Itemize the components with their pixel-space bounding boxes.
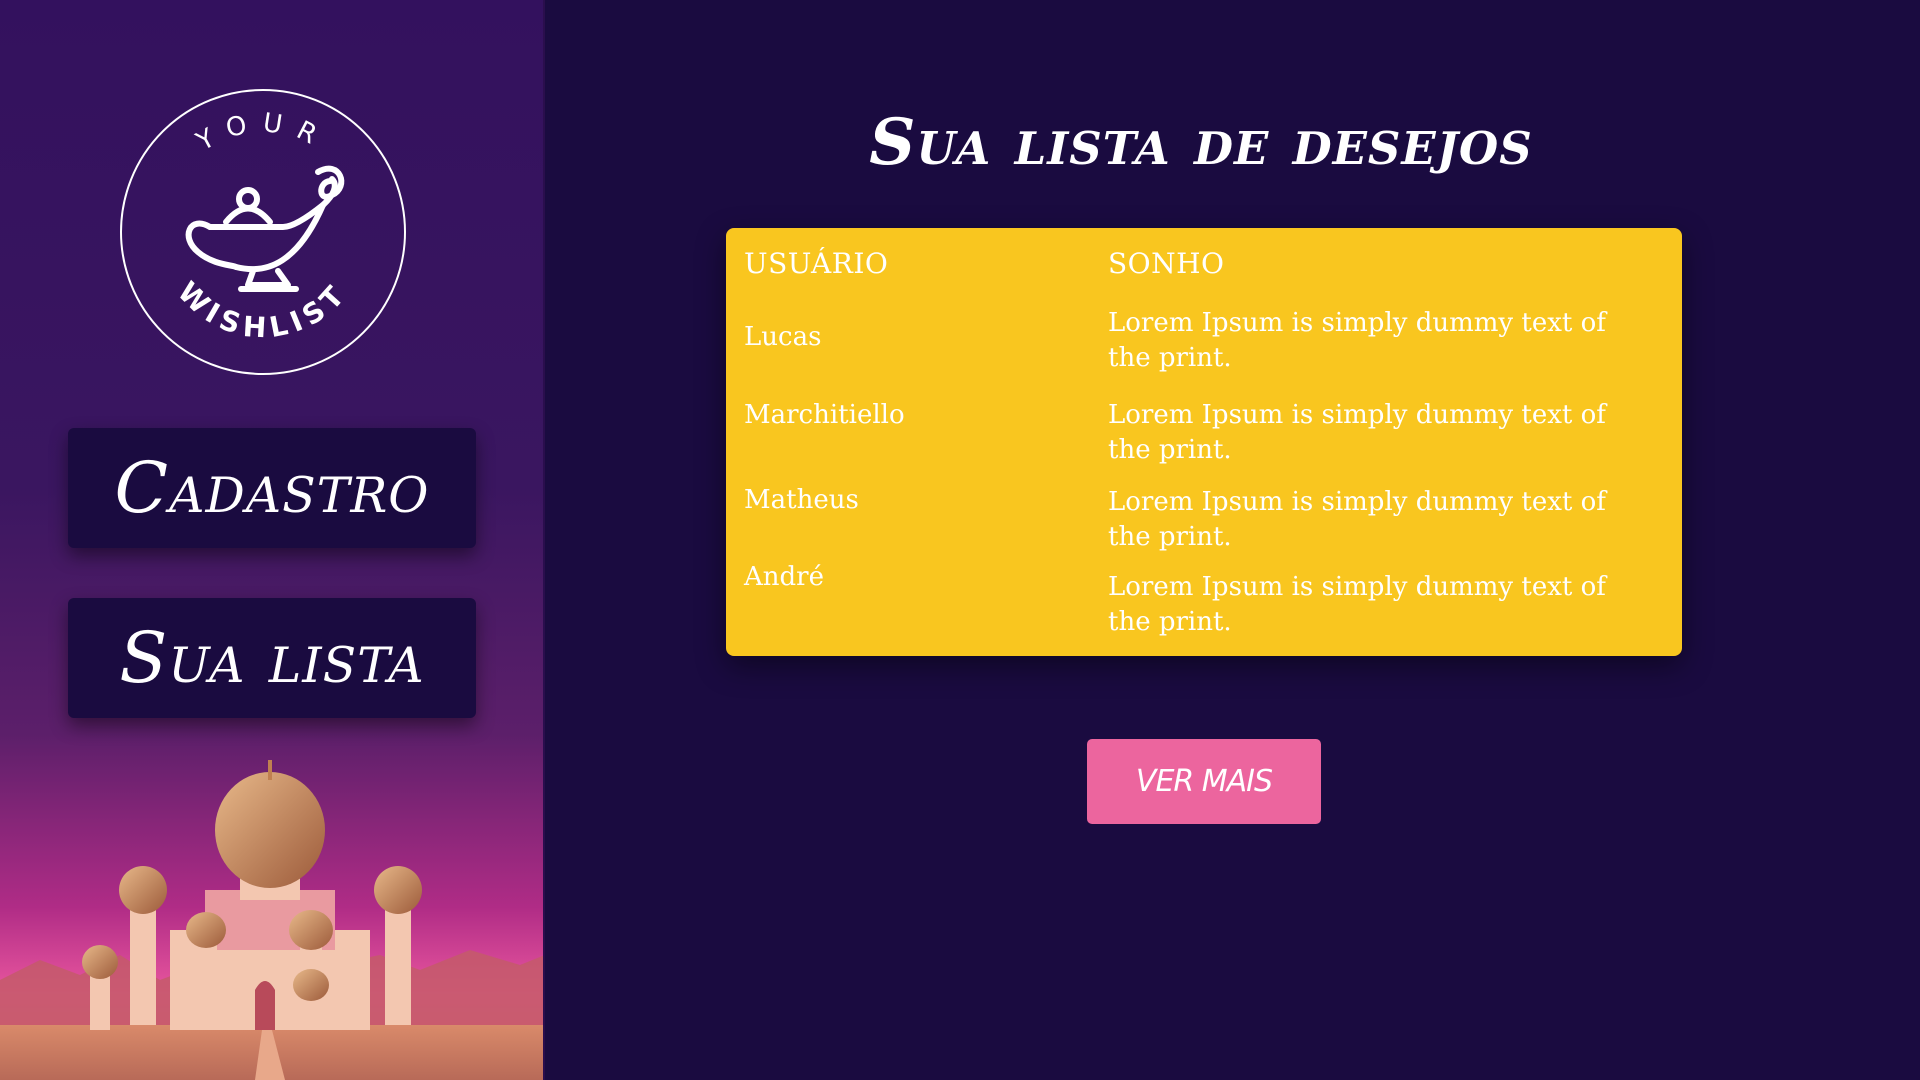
- wishlist-logo: YOUR WISHLIST: [120, 89, 406, 375]
- table-cell-user: Matheus: [744, 485, 859, 515]
- table-cell-user: André: [744, 562, 824, 592]
- sidebar: YOUR WISHLIST Cadastro Sua lista: [0, 0, 545, 1080]
- table-cell-user: Lucas: [744, 322, 822, 352]
- main-content: Sua lista de desejos USUÁRIO SONHO Lucas…: [547, 0, 1920, 1080]
- magic-lamp-icon: [185, 165, 345, 292]
- column-header-user: USUÁRIO: [744, 247, 889, 280]
- table-cell-dream: Lorem Ipsum is simply dummy text of the …: [1108, 308, 1606, 373]
- svg-text:YOUR: YOUR: [191, 108, 334, 158]
- wishlist-table: USUÁRIO SONHO Lucas Lorem Ipsum is simpl…: [726, 228, 1682, 656]
- table-cell-user: Marchitiello: [744, 400, 905, 430]
- nav-button-sua-lista[interactable]: Sua lista: [68, 598, 476, 718]
- ver-mais-button[interactable]: VER MAIS: [1087, 739, 1321, 824]
- column-header-dream: SONHO: [1108, 247, 1225, 280]
- table-cell-dream: Lorem Ipsum is simply dummy text of the …: [1108, 400, 1606, 465]
- palace-illustration: [0, 760, 543, 1080]
- nav-button-cadastro[interactable]: Cadastro: [68, 428, 476, 548]
- logo-top-text: YOUR: [191, 108, 320, 158]
- table-cell-dream: Lorem Ipsum is simply dummy text of the …: [1108, 572, 1606, 637]
- table-cell-dream: Lorem Ipsum is simply dummy text of the …: [1108, 487, 1606, 552]
- page-title: Sua lista de desejos: [869, 105, 1533, 180]
